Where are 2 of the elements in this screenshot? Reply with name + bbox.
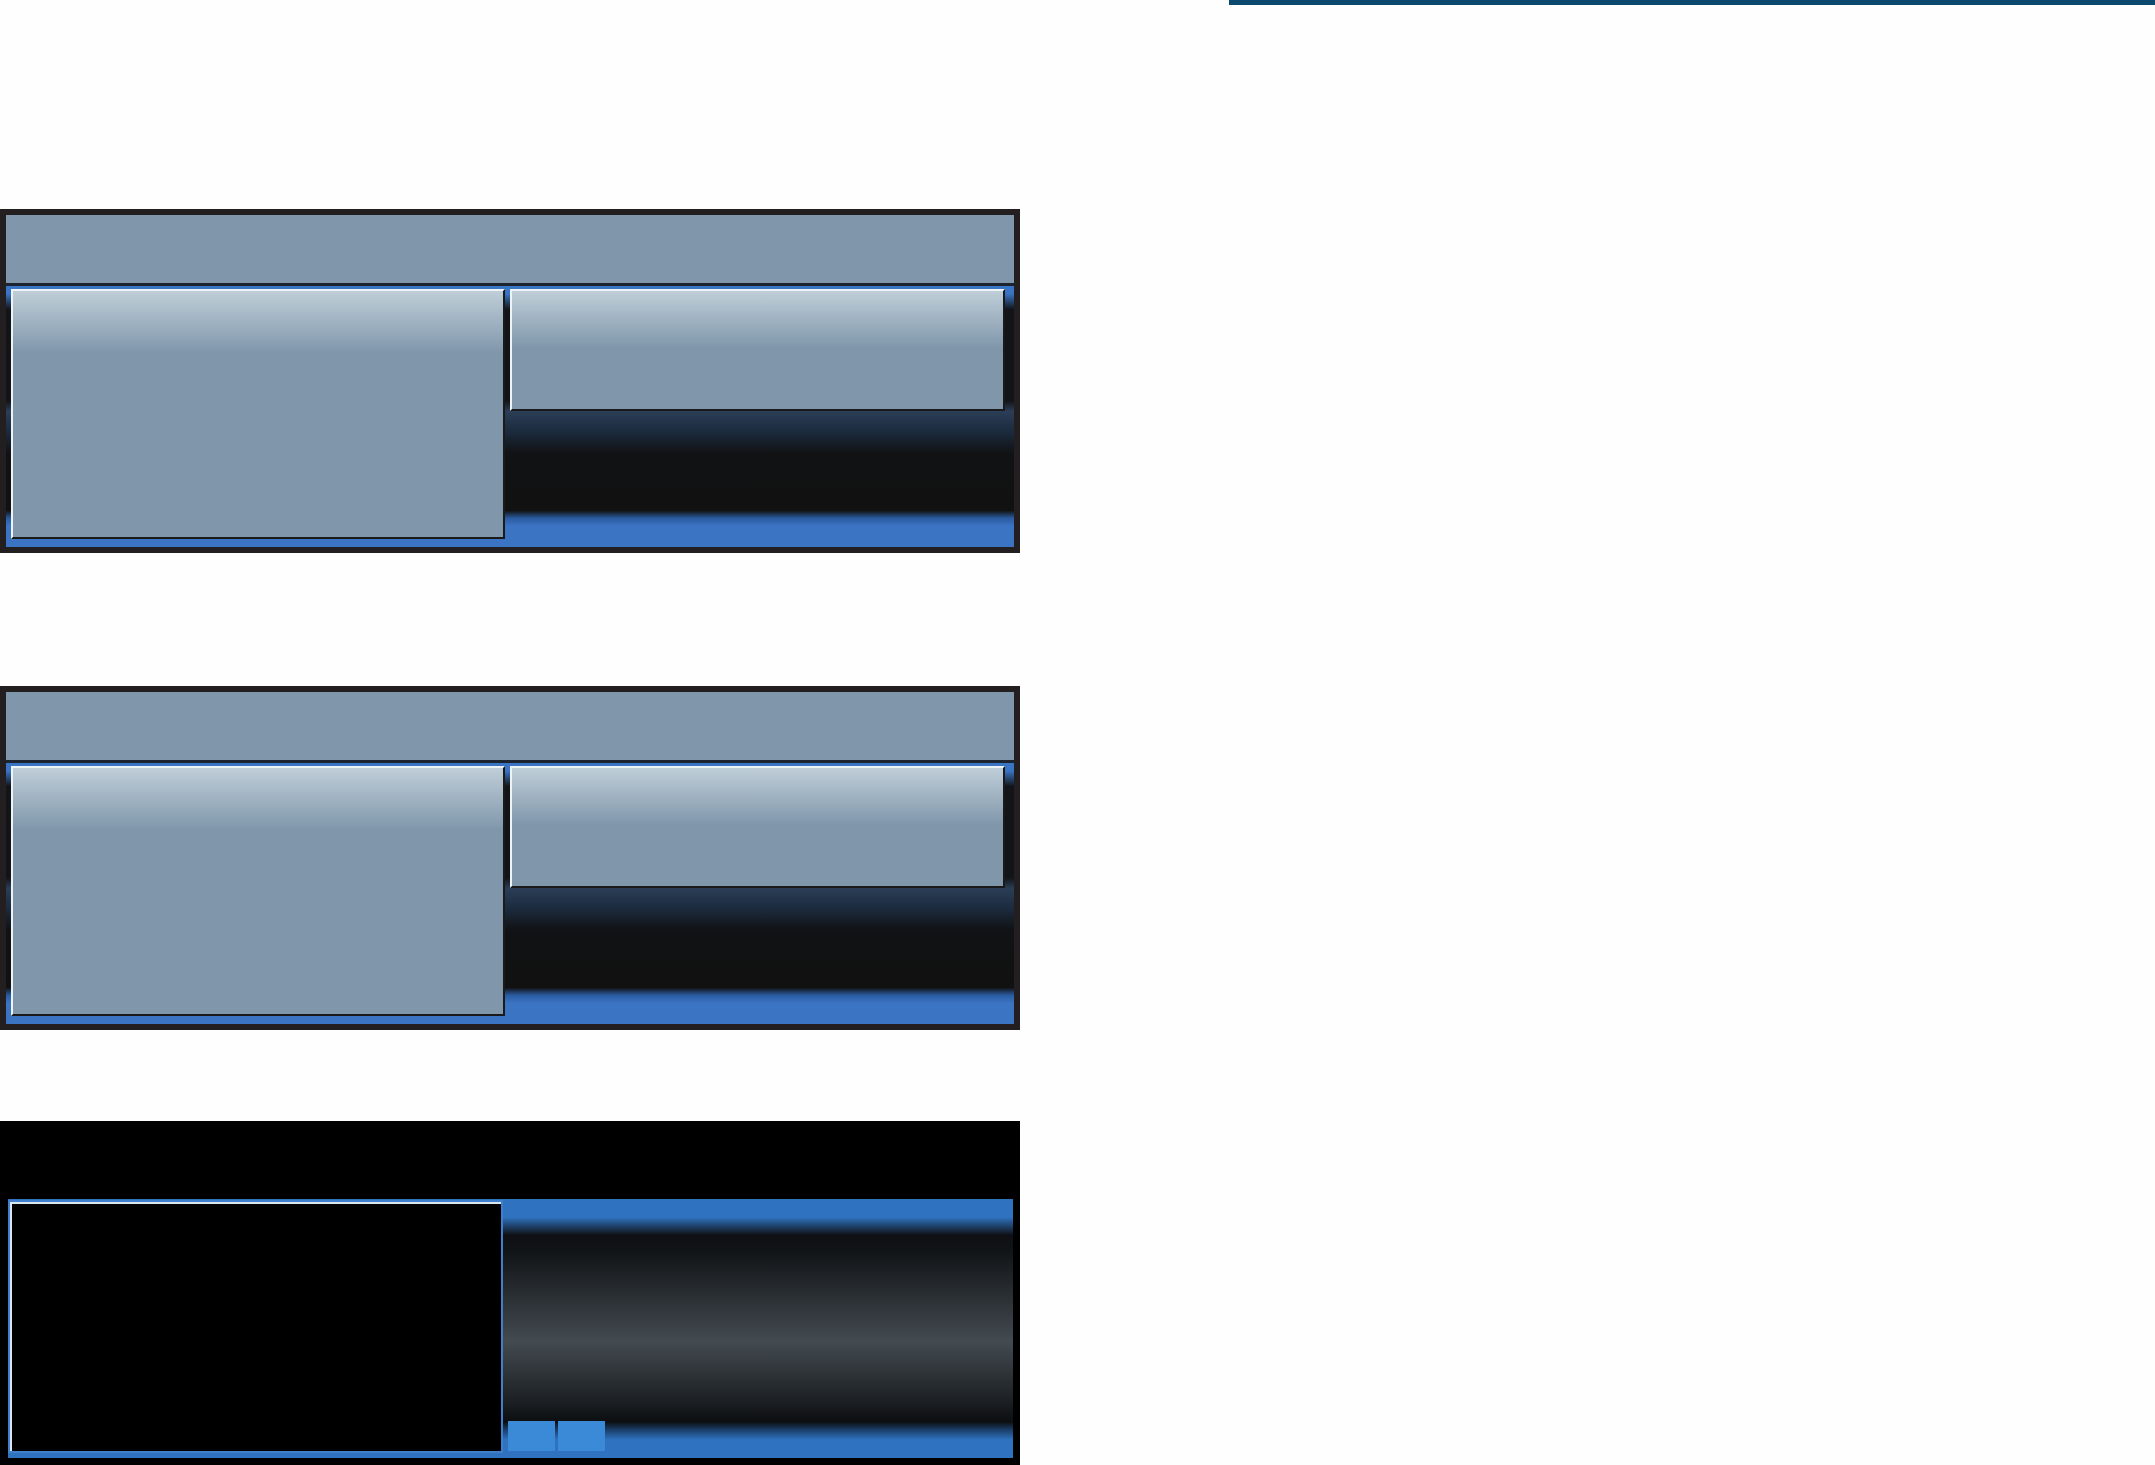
softkey-button[interactable]: [508, 1421, 555, 1451]
softkey-button[interactable]: [558, 1421, 605, 1451]
